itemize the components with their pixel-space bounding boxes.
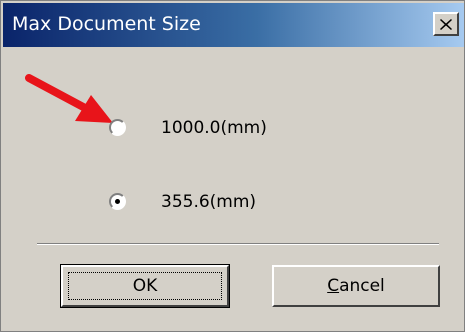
close-icon xyxy=(440,18,452,30)
max-document-size-dialog: Max Document Size 1000.0(mm) 355.6(mm) O… xyxy=(0,0,465,332)
ok-button[interactable]: OK xyxy=(60,264,230,308)
title-bar[interactable]: Max Document Size xyxy=(3,3,464,47)
radio-1000mm[interactable] xyxy=(109,119,126,136)
dialog-title: Max Document Size xyxy=(12,13,201,35)
cancel-button[interactable]: Cancel xyxy=(272,265,440,307)
radio-355-6mm-label[interactable]: 355.6(mm) xyxy=(161,192,256,212)
separator xyxy=(37,243,439,245)
red-arrow-icon xyxy=(25,74,113,123)
radio-1000mm-label[interactable]: 1000.0(mm) xyxy=(161,118,267,138)
close-button[interactable] xyxy=(433,12,459,36)
radio-355-6mm[interactable] xyxy=(109,193,126,210)
ok-button-label: OK xyxy=(132,276,158,296)
cancel-button-label: Cancel xyxy=(327,276,385,296)
